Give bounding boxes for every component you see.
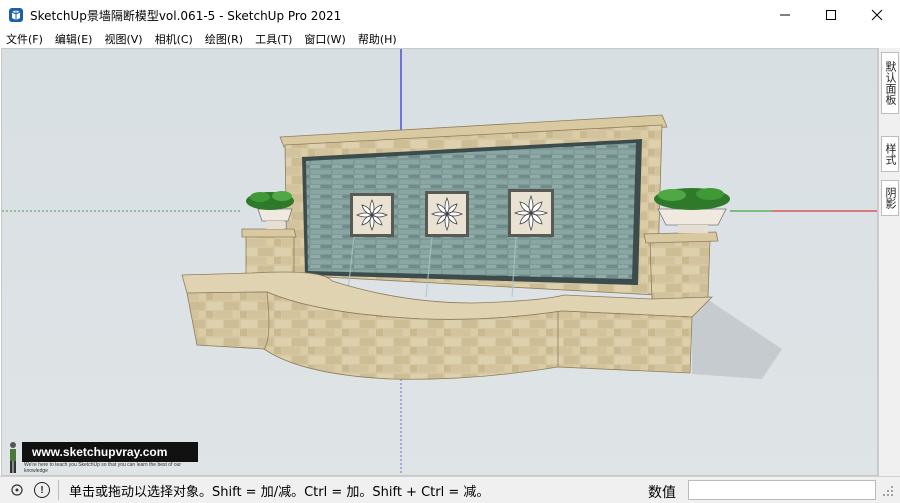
measurements-label: 数值 <box>648 485 676 501</box>
minimize-icon <box>780 14 790 16</box>
flower-panel-right <box>508 189 554 237</box>
model-viewport[interactable] <box>1 48 878 476</box>
right-pillar <box>649 238 711 302</box>
sketchup-window: SketchUp景墙隔断模型vol.061-5 - SketchUp Pro 2… <box>0 0 900 503</box>
menu-edit[interactable]: 编辑(E) <box>55 31 93 47</box>
menu-file[interactable]: 文件(F) <box>6 31 43 47</box>
tray-tab-shadows[interactable]: 阴影 <box>881 180 899 216</box>
minimize-button[interactable] <box>762 0 808 30</box>
menu-draw[interactable]: 绘图(R) <box>205 31 243 47</box>
window-controls <box>762 0 900 30</box>
right-pillar-cap <box>643 231 719 244</box>
title-bar: SketchUp景墙隔断模型vol.061-5 - SketchUp Pro 2… <box>0 0 900 30</box>
status-bar: ! 单击或拖动以选择对象。Shift = 加/减。Ctrl = 加。Shift … <box>0 476 900 503</box>
menu-bar: 文件(F) 编辑(E) 视图(V) 相机(C) 绘图(R) 工具(T) 窗口(W… <box>0 30 900 48</box>
close-button[interactable] <box>854 0 900 30</box>
maximize-button[interactable] <box>808 0 854 30</box>
watermark-site: www.sketchupvray.com <box>22 442 198 462</box>
scene-drawing <box>2 49 877 475</box>
menu-window[interactable]: 窗口(W) <box>304 31 345 47</box>
status-separator <box>58 480 59 500</box>
window-title: SketchUp景墙隔断模型vol.061-5 - SketchUp Pro 2… <box>30 8 342 23</box>
sketchup-logo-icon <box>9 8 23 22</box>
tray-tab-styles[interactable]: 样式 <box>881 136 899 172</box>
right-planter <box>654 188 730 233</box>
status-message: 单击或拖动以选择对象。Shift = 加/减。Ctrl = 加。Shift + … <box>69 484 490 500</box>
menu-camera[interactable]: 相机(C) <box>155 31 193 47</box>
menu-view[interactable]: 视图(V) <box>104 31 142 47</box>
flower-panel-center <box>425 191 469 237</box>
person-figure-icon <box>10 442 16 473</box>
close-icon <box>871 9 883 21</box>
resize-grip-icon[interactable] <box>882 485 894 497</box>
watermark: www.sketchupvray.com We're here to teach… <box>6 440 198 476</box>
default-tray: 默认面板 样式 阴影 <box>878 48 900 476</box>
geo-location-icon[interactable] <box>10 483 24 497</box>
left-pillar-cap <box>241 228 297 238</box>
flower-panel-left <box>350 193 394 237</box>
menu-tools[interactable]: 工具(T) <box>255 31 292 47</box>
menu-help[interactable]: 帮助(H) <box>358 31 397 47</box>
watermark-subtitle: We're here to teach you SketchUp so that… <box>24 462 182 474</box>
instructor-info-icon[interactable]: ! <box>34 482 50 498</box>
tray-tab-default-panel[interactable]: 默认面板 <box>881 52 899 114</box>
maximize-icon <box>826 10 836 20</box>
measurements-input[interactable] <box>688 480 876 500</box>
